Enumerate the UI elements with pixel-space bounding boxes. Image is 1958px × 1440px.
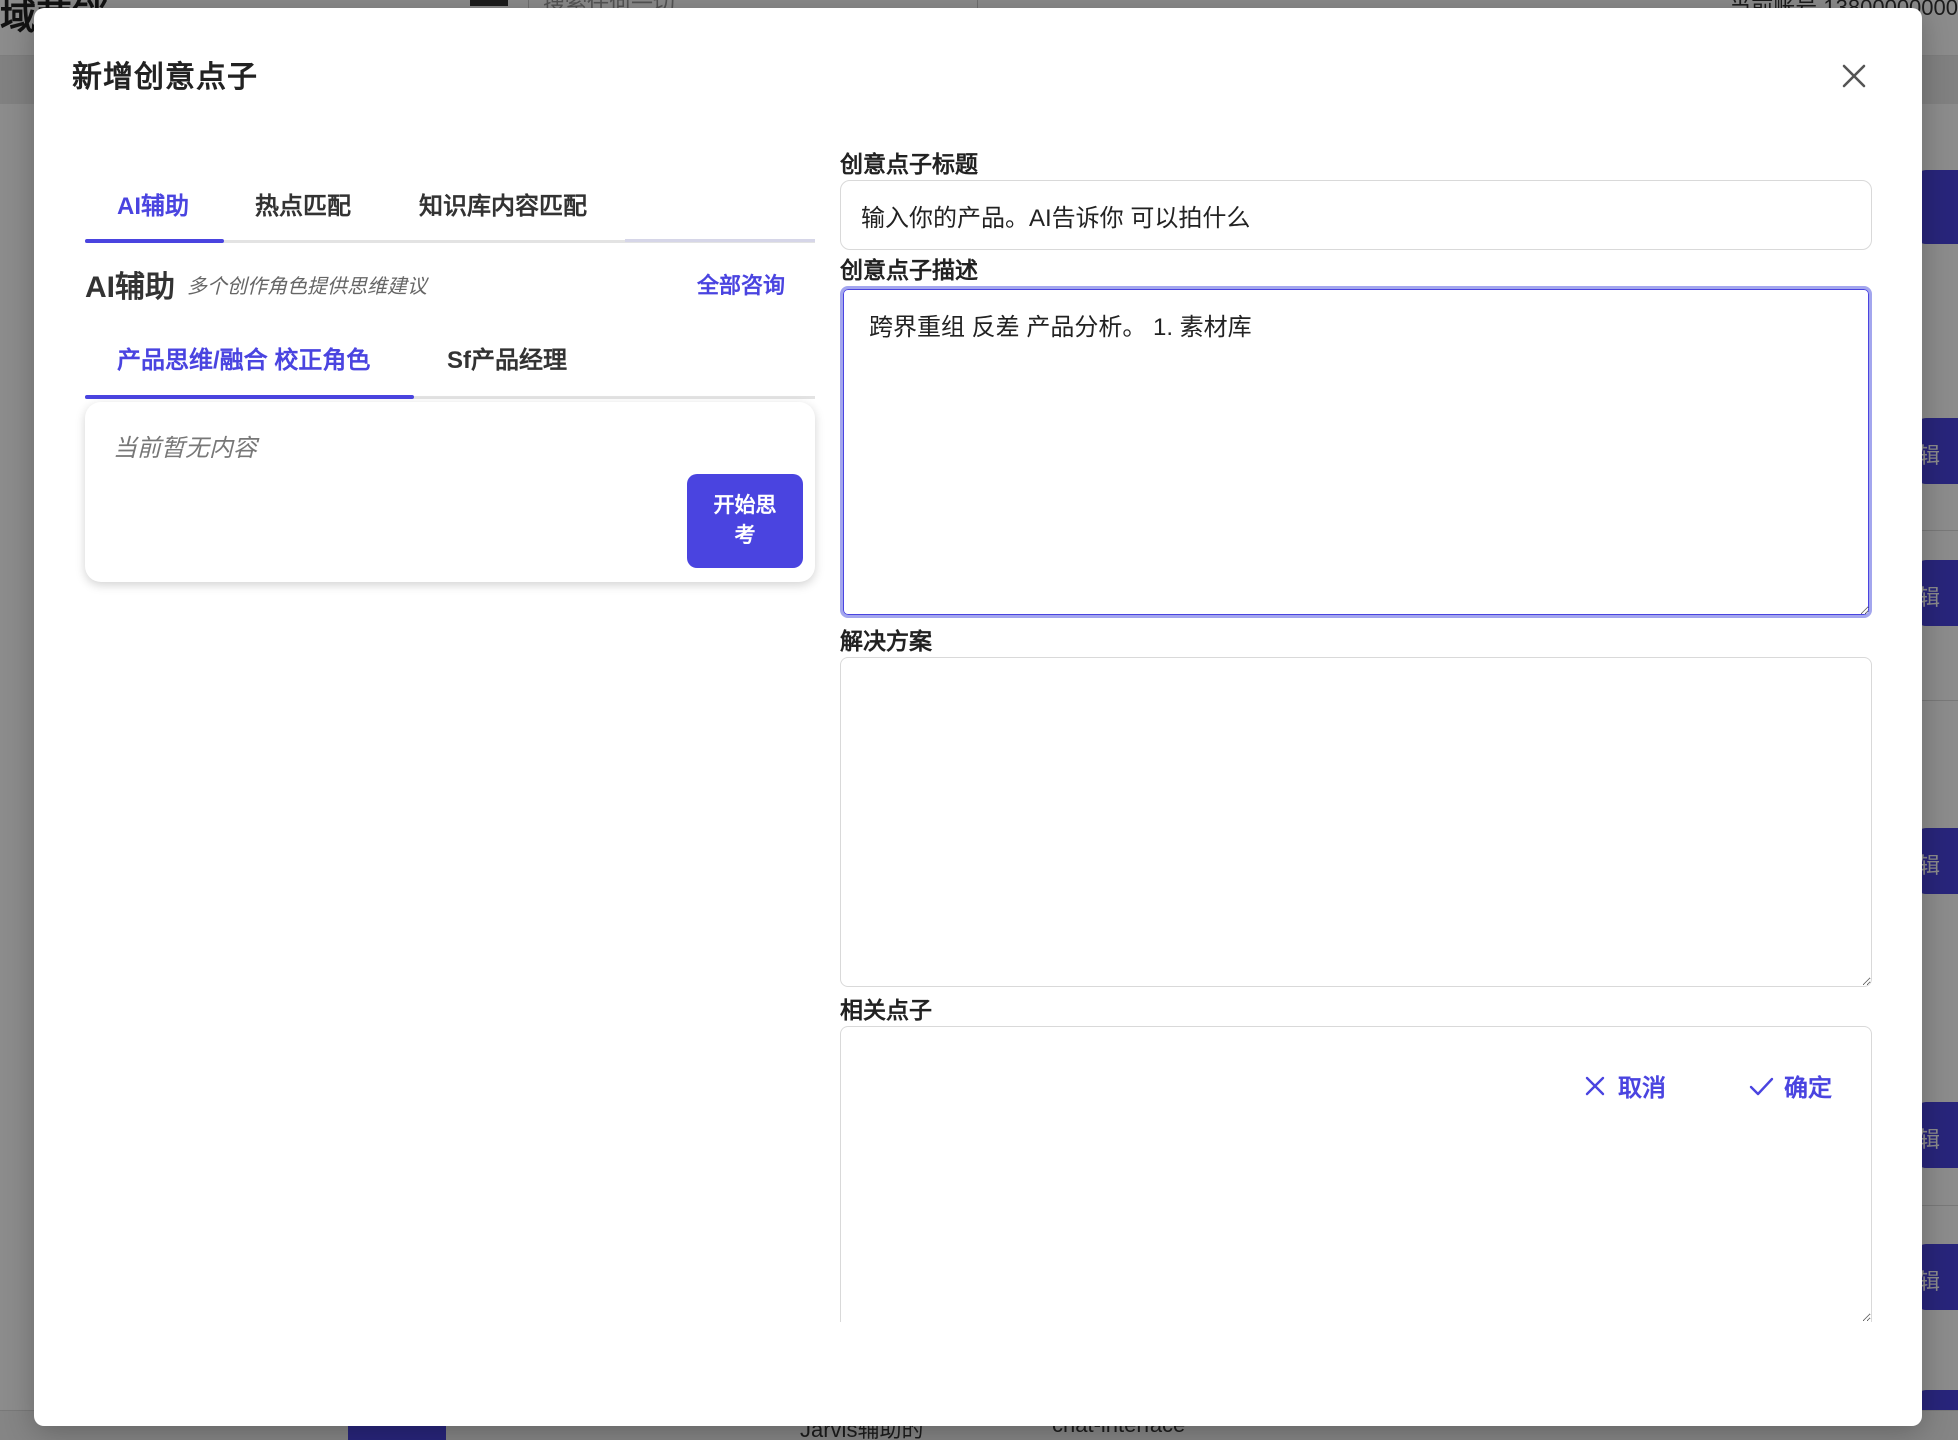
modal-title: 新增创意点子 <box>72 61 258 94</box>
ai-assist-subtitle: 多个创作角色提供思维建议 <box>187 276 427 298</box>
description-label: 创意点子描述 <box>840 257 978 283</box>
related-ideas-label: 相关点子 <box>840 997 932 1023</box>
start-thinking-button[interactable]: 开始思考 <box>687 474 803 568</box>
close-icon <box>1585 1076 1605 1095</box>
related-ideas-textarea[interactable] <box>840 1026 1872 1322</box>
active-role-tab-indicator <box>85 395 414 399</box>
tab-ai-assist[interactable]: AI辅助 <box>117 186 189 221</box>
tab-role-sf-pm[interactable]: Sf产品经理 <box>447 340 567 375</box>
tab-hot-match[interactable]: 热点匹配 <box>255 186 351 221</box>
ai-result-card: 当前暂无内容 开始思考 <box>85 402 815 582</box>
assist-tabs: AI辅助 热点匹配 知识库内容匹配 <box>85 140 815 244</box>
confirm-button[interactable]: 确定 <box>1748 1068 1832 1103</box>
role-tabs: 产品思维/融合 校正角色 Sf产品经理 <box>85 304 815 400</box>
close-button[interactable] <box>1834 56 1874 96</box>
cancel-button[interactable]: 取消 <box>1582 1068 1666 1103</box>
description-textarea[interactable]: 跨界重组 反差 产品分析。 1. 素材库 <box>840 286 1872 618</box>
title-label: 创意点子标题 <box>840 151 978 177</box>
close-icon <box>1842 64 1866 88</box>
empty-state-text: 当前暂无内容 <box>113 435 257 462</box>
title-input[interactable] <box>840 180 1872 250</box>
tabs-divider-segment <box>625 239 815 242</box>
ai-assist-panel: AI辅助 热点匹配 知识库内容匹配 AI辅助 多个创作角色提供思维建议 全部咨询… <box>85 140 815 582</box>
ai-assist-header: AI辅助 多个创作角色提供思维建议 全部咨询 <box>85 244 815 304</box>
idea-form: 创意点子标题 创意点子描述 跨界重组 反差 产品分析。 1. 素材库 解决方案 … <box>840 148 1872 1327</box>
active-tab-indicator <box>85 239 224 243</box>
confirm-label: 确定 <box>1784 1075 1832 1102</box>
tab-role-product-thinking[interactable]: 产品思维/融合 校正角色 <box>117 340 370 375</box>
tab-knowledge-match[interactable]: 知识库内容匹配 <box>419 186 587 221</box>
check-icon <box>1749 1077 1774 1095</box>
ai-assist-title: AI辅助 <box>85 271 175 304</box>
all-consult-link[interactable]: 全部咨询 <box>697 268 785 300</box>
new-idea-modal: 新增创意点子 AI辅助 热点匹配 知识库内容匹配 AI辅助 多个创作角色提供思维… <box>34 8 1922 1426</box>
cancel-label: 取消 <box>1618 1075 1666 1102</box>
solution-label: 解决方案 <box>840 628 932 654</box>
solution-textarea[interactable] <box>840 657 1872 987</box>
